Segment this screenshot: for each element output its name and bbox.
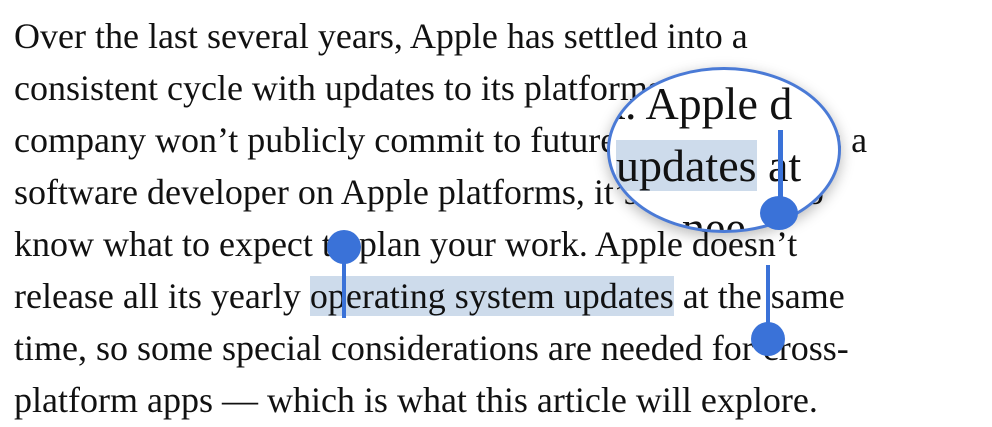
magnifier-caret (778, 130, 783, 204)
magnified-line-above: k. Apple d (607, 78, 793, 129)
magnifier-handle-knob (760, 196, 798, 230)
text-after-selection: at the same (673, 276, 845, 316)
text-before-selection: release all its yearly (14, 276, 310, 316)
selection-start-handle-knob[interactable] (327, 230, 361, 264)
magnifier-content: k. Apple d updates at e nee (610, 70, 838, 230)
selection-end-handle-knob[interactable] (751, 322, 785, 356)
magnified-selected-text: updates (616, 140, 757, 191)
article-line: time, so some special considerations are… (14, 328, 849, 368)
selection-start-handle-bar[interactable] (342, 258, 346, 318)
article-line: platform apps — which is what this artic… (14, 380, 818, 420)
text-magnifier-loupe: k. Apple d updates at e nee (607, 67, 841, 233)
magnified-line-below: e nee (650, 202, 746, 233)
selection-end-handle-bar[interactable] (766, 265, 770, 325)
article-line: Over the last several years, Apple has s… (14, 16, 748, 56)
selected-text[interactable]: operating system updates (309, 276, 674, 316)
article-line-with-selection: release all its yearly operating system … (14, 270, 845, 322)
magnified-selection-line: updates at (616, 136, 801, 196)
